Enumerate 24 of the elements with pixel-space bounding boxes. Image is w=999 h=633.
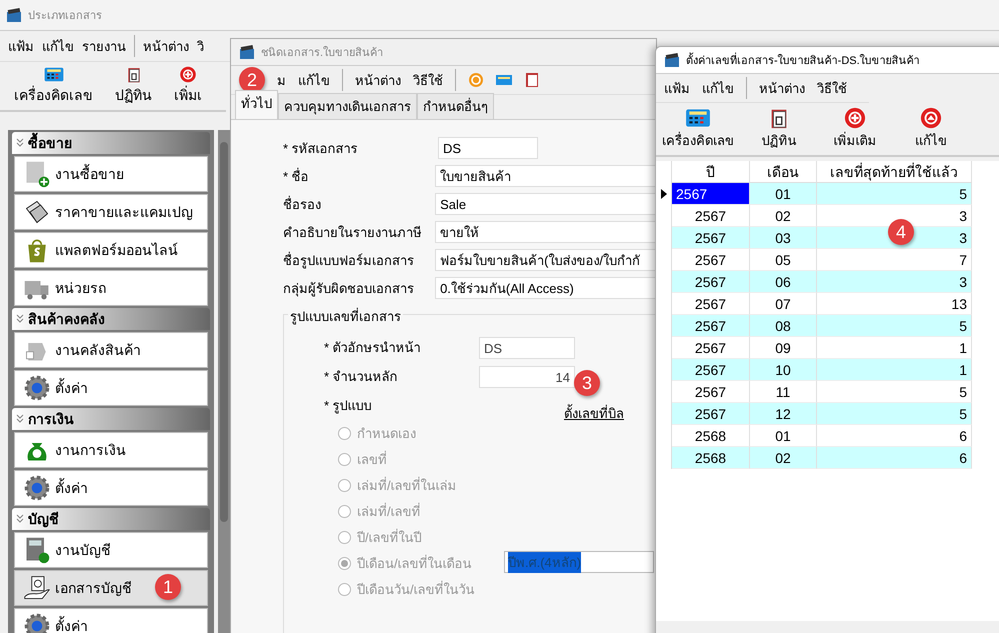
field-label: ชื่อรูปแบบฟอร์มเอกสาร <box>283 250 415 270</box>
field-label: * ชื่อ <box>283 166 310 186</box>
number-badge: 1 <box>155 574 181 600</box>
number-badge-overlay: 4 <box>888 219 914 245</box>
radio-label: เลขที่ <box>357 450 387 468</box>
field-label: * จำนวนหลัก <box>324 368 399 386</box>
radio-label: ปีเดือนวัน/เลขที่ในวัน <box>357 580 475 598</box>
radio-label: ปี/เลขที่ในปี <box>357 528 422 546</box>
group-title: รูปแบบเลขที่เอกสาร <box>288 306 403 327</box>
radio-label: เล่มที่/เลขที่ในเล่ม <box>357 476 457 494</box>
number-badge: 3 <box>574 370 600 396</box>
window-title: ชนิดเอกสาร.ใบขายสินค้า <box>261 45 384 61</box>
selected-text: ปีพ.ศ.(4หลัก) <box>508 552 582 572</box>
radio-label: เล่มที่/เลขที่ <box>357 502 421 520</box>
field-label: * รหัสเอกสาร <box>283 140 359 158</box>
field-label: * รูปแบบ <box>324 397 373 416</box>
window-title: ประเภทเอกสาร <box>28 9 102 24</box>
field-label: ชื่อรอง <box>283 194 322 214</box>
field-label: คำอธิบายในรายงานภาษี <box>283 224 423 242</box>
radio-label: ปีเดือน/เลขที่ในเดือน <box>357 554 472 572</box>
field-label: กลุ่มผู้รับผิดชอบเอกสาร <box>283 280 415 298</box>
window-title: ตั้งค่าเลขที่เอกสาร-ใบขายสินค้า-DS.ใบขายสินค้า <box>686 51 920 69</box>
radio-label: กำหนดเอง <box>357 424 416 442</box>
field-label: * ตัวอักษรนำหน้า <box>324 339 422 357</box>
